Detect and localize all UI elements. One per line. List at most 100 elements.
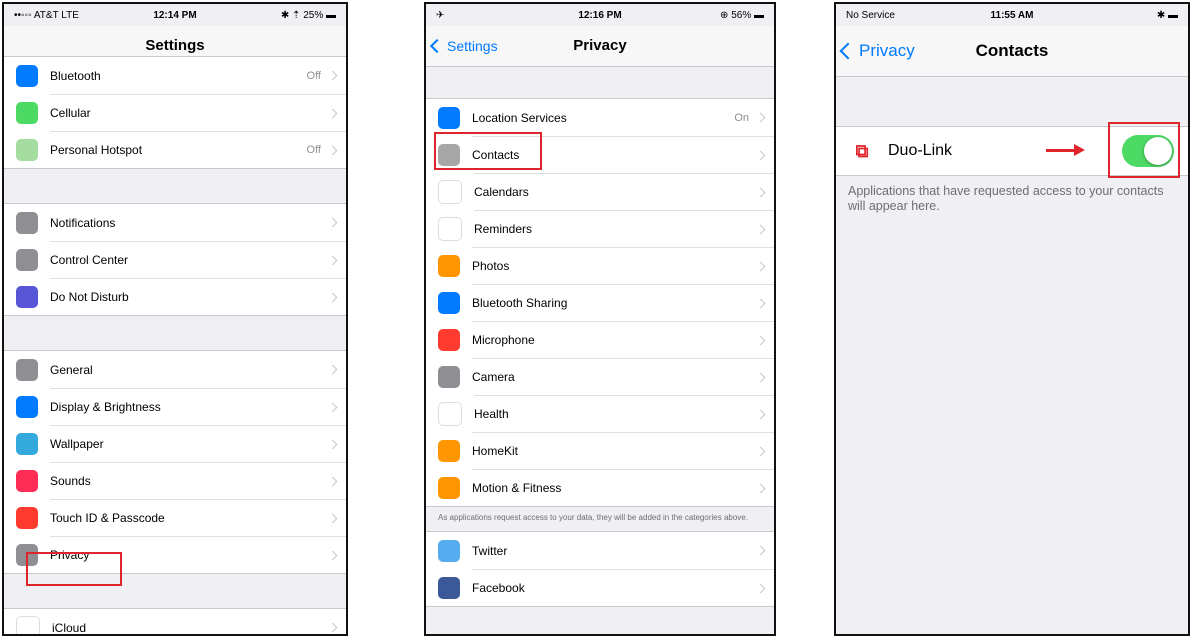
list-item-label: Twitter xyxy=(472,543,508,558)
chevron-right-icon xyxy=(755,298,766,308)
control-center-icon xyxy=(16,248,38,271)
list-item[interactable]: Motion & Fitness xyxy=(426,468,774,506)
list-item-accessory xyxy=(749,224,766,234)
airplane-icon: ✈ xyxy=(436,9,445,21)
list-item-accessory xyxy=(321,108,338,118)
status-bar: ✈ 12:16 PM ⊕ 56% ▬ xyxy=(426,4,774,26)
list-item-label: Photos xyxy=(472,259,510,273)
list-item[interactable]: Twitter xyxy=(426,532,774,569)
list-item-label: HomeKit xyxy=(472,444,519,458)
chevron-right-icon xyxy=(755,545,766,556)
chevron-right-icon xyxy=(327,255,338,265)
list-item[interactable]: Health xyxy=(426,394,774,432)
list-item[interactable]: Sounds xyxy=(4,461,346,499)
list-item[interactable]: Cellular xyxy=(4,93,346,131)
list-item[interactable]: Photos xyxy=(426,246,774,284)
list-item-accessory xyxy=(321,476,338,486)
list-item-accessory xyxy=(749,583,766,593)
list-item-label: Wallpaper xyxy=(50,437,104,451)
list-item-accessory: Off xyxy=(307,70,338,82)
facebook-icon xyxy=(438,576,460,599)
motion-icon xyxy=(438,476,460,499)
page-title: Privacy xyxy=(573,37,627,54)
list-item[interactable]: Bluetooth Sharing xyxy=(426,283,774,321)
social-group: Twitter Facebook xyxy=(426,531,774,607)
list-item-label: Reminders xyxy=(474,222,533,236)
privacy-footer-note: As applications request access to your d… xyxy=(438,513,748,522)
chevron-right-icon xyxy=(755,187,766,197)
list-item-accessory xyxy=(321,550,338,560)
heart-icon xyxy=(438,401,462,426)
list-item[interactable]: General xyxy=(4,351,346,388)
list-item-accessory xyxy=(321,622,338,633)
list-item-label: Touch ID & Passcode xyxy=(50,511,165,525)
list-item[interactable]: Notifications xyxy=(4,204,346,241)
battery-text: ✱ ▬ xyxy=(1156,9,1178,21)
list-item-value: On xyxy=(734,111,749,124)
reminders-icon xyxy=(438,216,462,241)
list-item[interactable]: Camera xyxy=(426,357,774,395)
list-item-accessory xyxy=(749,150,766,160)
chevron-right-icon xyxy=(327,70,338,81)
list-item-label: iCloud xyxy=(52,620,87,635)
list-item[interactable]: Do Not Disturb xyxy=(4,277,346,315)
list-item-label: General xyxy=(50,362,93,377)
list-item[interactable]: Microphone xyxy=(426,320,774,358)
list-item[interactable]: Personal Hotspot Off xyxy=(4,130,346,168)
list-item[interactable]: Display & Brightness xyxy=(4,387,346,425)
list-item[interactable]: Calendars xyxy=(426,172,774,210)
list-item-label: Bluetooth xyxy=(50,68,101,83)
bluetooth-icon xyxy=(16,64,38,87)
chevron-right-icon xyxy=(755,409,766,419)
list-item-accessory xyxy=(321,255,338,265)
status-bar: ••◦◦◦ AT&T LTE 12:14 PM ✱ ⇡ 25% ▬ xyxy=(4,4,346,26)
list-item-accessory xyxy=(321,402,338,412)
list-item-accessory xyxy=(321,439,338,449)
list-item[interactable]: HomeKit xyxy=(426,431,774,469)
chevron-right-icon xyxy=(327,439,338,449)
chevron-right-icon xyxy=(327,145,338,155)
list-item-label: Facebook xyxy=(472,581,525,595)
list-item[interactable]: Touch ID & Passcode xyxy=(4,498,346,536)
contacts-screen: No Service 11:55 AM ✱ ▬ Privacy Contacts… xyxy=(834,2,1190,636)
icloud-icon xyxy=(16,615,40,634)
chevron-right-icon xyxy=(327,476,338,486)
list-item[interactable]: Facebook xyxy=(426,568,774,606)
sounds-icon xyxy=(16,469,38,492)
list-item[interactable]: Bluetooth Off xyxy=(4,57,346,94)
list-item[interactable]: Location Services On xyxy=(426,99,774,136)
app-label: Duo-Link xyxy=(888,142,953,159)
notifications-icon xyxy=(16,211,38,234)
status-bar: No Service 11:55 AM ✱ ▬ xyxy=(836,4,1188,26)
list-item-accessory xyxy=(749,187,766,197)
list-item[interactable]: Control Center xyxy=(4,240,346,278)
list-item[interactable]: Reminders xyxy=(426,209,774,247)
list-item-label: Notifications xyxy=(50,215,116,230)
list-item-accessory xyxy=(749,261,766,271)
moon-icon xyxy=(16,285,38,308)
list-item-label: Location Services xyxy=(472,110,567,125)
settings-group: Bluetooth Off Cellular Personal Hotspot Off xyxy=(4,56,346,169)
list-item[interactable]: iCloud xyxy=(4,609,346,635)
list-item-label: Control Center xyxy=(50,253,129,267)
highlight-contacts xyxy=(434,132,542,170)
location-icon xyxy=(438,106,460,129)
list-item[interactable]: Wallpaper xyxy=(4,424,346,462)
list-item-label: Display & Brightness xyxy=(50,400,161,414)
cellular-icon xyxy=(16,101,38,124)
settings-screen: ••◦◦◦ AT&T LTE 12:14 PM ✱ ⇡ 25% ▬ Settin… xyxy=(2,2,348,636)
chevron-right-icon xyxy=(327,402,338,412)
chevron-right-icon xyxy=(755,372,766,382)
list-item-accessory xyxy=(321,513,338,523)
highlight-toggle xyxy=(1108,122,1180,178)
settings-list: Bluetooth Off Cellular Personal Hotspot Off N… xyxy=(4,56,346,635)
carrier-text: ••◦◦◦ AT&T LTE xyxy=(14,9,79,21)
chevron-right-icon xyxy=(327,550,338,560)
list-item-accessory xyxy=(749,335,766,345)
list-item-accessory xyxy=(321,364,338,375)
list-item-label: Bluetooth Sharing xyxy=(472,296,568,310)
battery-text: ⊕ 56% ▬ xyxy=(720,9,764,21)
battery-text: ✱ ⇡ 25% ▬ xyxy=(280,9,336,21)
chevron-right-icon xyxy=(755,583,766,593)
settings-group: Notifications Control Center Do Not Distur… xyxy=(4,203,346,316)
